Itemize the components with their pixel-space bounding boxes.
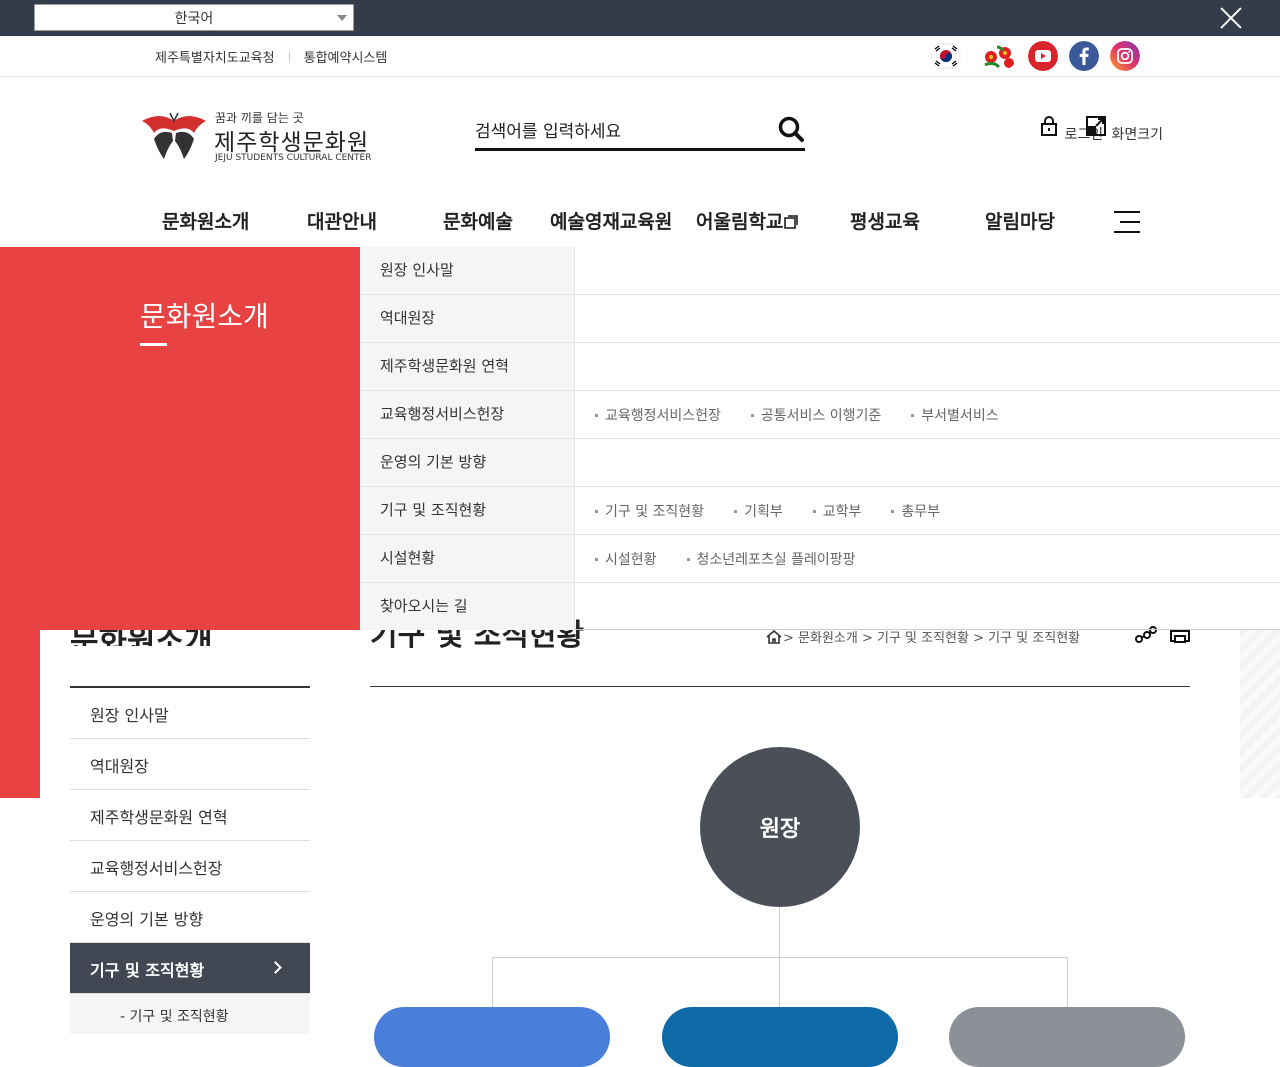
dropdown-item[interactable]: 기구 및 조직현황 (360, 487, 575, 534)
facebook-icon[interactable] (1069, 41, 1099, 71)
decorative-red-band (0, 630, 40, 798)
lnb-item-label: 기구 및 조직현황 (90, 961, 205, 980)
search-box[interactable]: 검색어를 입력하세요 (475, 113, 805, 151)
site-logo[interactable]: 꿈과 끼를 담는 곳 제주학생문화원 JEJU STUDENTS CULTURA… (140, 109, 400, 164)
language-bar: 한국어 (0, 0, 1280, 36)
chevron-right-icon (269, 961, 282, 974)
lnb-item-active[interactable]: 기구 및 조직현황 (70, 943, 310, 994)
dropdown-sub-item[interactable]: 총무부 (891, 501, 940, 521)
dropdown-sub-item[interactable]: 공통서비스 이행기준 (750, 405, 881, 425)
dropdown-sub-item[interactable]: 기획부 (734, 501, 783, 521)
lock-icon (1041, 116, 1057, 136)
camellia-icon[interactable] (981, 41, 1017, 71)
resize-icon (1086, 116, 1106, 136)
top-link-education-office[interactable]: 제주특별자치도교육청 (155, 47, 275, 66)
org-line (779, 907, 780, 957)
lnb-sub-item[interactable]: - 기구 및 조직현황 (70, 994, 310, 1034)
org-line (492, 957, 1068, 958)
youtube-icon[interactable] (1028, 41, 1058, 71)
dropdown-sub-item[interactable]: 시설현황 (595, 549, 657, 569)
dropdown-item[interactable]: 교육행정서비스헌장 (360, 391, 575, 438)
gnb-item-school[interactable]: 어울림학교 (696, 207, 799, 234)
lnb-item[interactable]: 원장 인사말 (70, 688, 310, 739)
org-chart-head: 원장 (700, 747, 860, 907)
gnb-item-notice[interactable]: 알림마당 (985, 207, 1055, 234)
site-header: 꿈과 끼를 담는 곳 제주학생문화원 JEJU STUDENTS CULTURA… (0, 77, 1280, 247)
dropdown-sub-item[interactable]: 기구 및 조직현황 (595, 501, 704, 521)
org-line (492, 957, 493, 1007)
dropdown-item[interactable]: 원장 인사말 (360, 247, 575, 294)
top-link-reservation[interactable]: 통합예약시스템 (304, 47, 388, 66)
lnb-item[interactable]: 역대원장 (70, 739, 310, 790)
butterfly-logo-icon (142, 112, 206, 159)
new-window-icon (784, 215, 799, 229)
zoom-label: 화면크기 (1111, 127, 1163, 143)
dropdown-item[interactable]: 운영의 기본 방향 (360, 439, 575, 486)
lnb-item[interactable]: 교육행정서비스헌장 (70, 841, 310, 892)
decorative-stripe (1240, 630, 1280, 798)
side-nav: 원장 인사말 역대원장 제주학생문화원 연혁 교육행정서비스헌장 운영의 기본 … (70, 686, 310, 1034)
title-underline (140, 343, 167, 346)
gnb-item-school-label: 어울림학교 (696, 211, 784, 233)
dropdown-item[interactable]: 제주학생문화원 연혁 (360, 343, 575, 390)
gnb-item-gifted[interactable]: 예술영재교육원 (550, 207, 672, 234)
dropdown-sub-item[interactable]: 교육행정서비스헌장 (595, 405, 721, 425)
gnb-item-rental[interactable]: 대관안내 (307, 207, 377, 234)
org-node (662, 1007, 898, 1067)
dropdown-title: 문화원소개 (140, 300, 269, 333)
dropdown-item[interactable]: 역대원장 (360, 295, 575, 342)
dropdown-sub-item[interactable]: 청소년레포츠실 플레이팡팡 (686, 549, 856, 569)
search-input[interactable]: 검색어를 입력하세요 (475, 117, 621, 142)
org-line (779, 957, 780, 1007)
instagram-icon[interactable] (1110, 41, 1140, 71)
logo-name: 제주학생문화원 (214, 130, 370, 156)
gnb-item-lifelong[interactable]: 평생교육 (850, 207, 920, 234)
lnb-item[interactable]: 운영의 기본 방향 (70, 892, 310, 943)
title-divider (370, 686, 1190, 687)
logo-name-en: JEJU STUDENTS CULTURAL CENTER (215, 153, 372, 163)
org-node (374, 1007, 610, 1067)
dropdown-item[interactable]: 찾아오시는 길 (360, 583, 575, 630)
dropdown-menu: 원장 인사말 역대원장 제주학생문화원 연혁 교육행정서비스헌장 교육행정서비스… (360, 247, 1280, 630)
top-bar: 제주특별자치도교육청 통합예약시스템 (0, 36, 1280, 77)
korea-flag-icon[interactable] (931, 41, 961, 71)
lnb-item[interactable]: 제주학생문화원 연혁 (70, 790, 310, 841)
language-select[interactable]: 한국어 (34, 4, 354, 31)
language-select-value: 한국어 (174, 10, 214, 27)
gnb-item-arts[interactable]: 문화예술 (443, 207, 513, 234)
dropdown-item[interactable]: 시설현황 (360, 535, 575, 582)
menu-icon[interactable] (1114, 211, 1140, 233)
chevron-down-icon (337, 15, 347, 21)
dropdown-sub-item[interactable]: 부서별서비스 (911, 405, 999, 425)
org-line (1067, 957, 1068, 1007)
dropdown-title-panel: 문화원소개 (0, 247, 360, 630)
search-icon[interactable] (777, 115, 805, 143)
divider (288, 50, 290, 63)
zoom-button[interactable]: 화면크기 (1085, 115, 1163, 144)
gnb-item-intro[interactable]: 문화원소개 (162, 207, 249, 234)
close-icon[interactable] (1219, 6, 1243, 30)
org-node (949, 1007, 1185, 1067)
dropdown-sub-item[interactable]: 교학부 (812, 501, 861, 521)
